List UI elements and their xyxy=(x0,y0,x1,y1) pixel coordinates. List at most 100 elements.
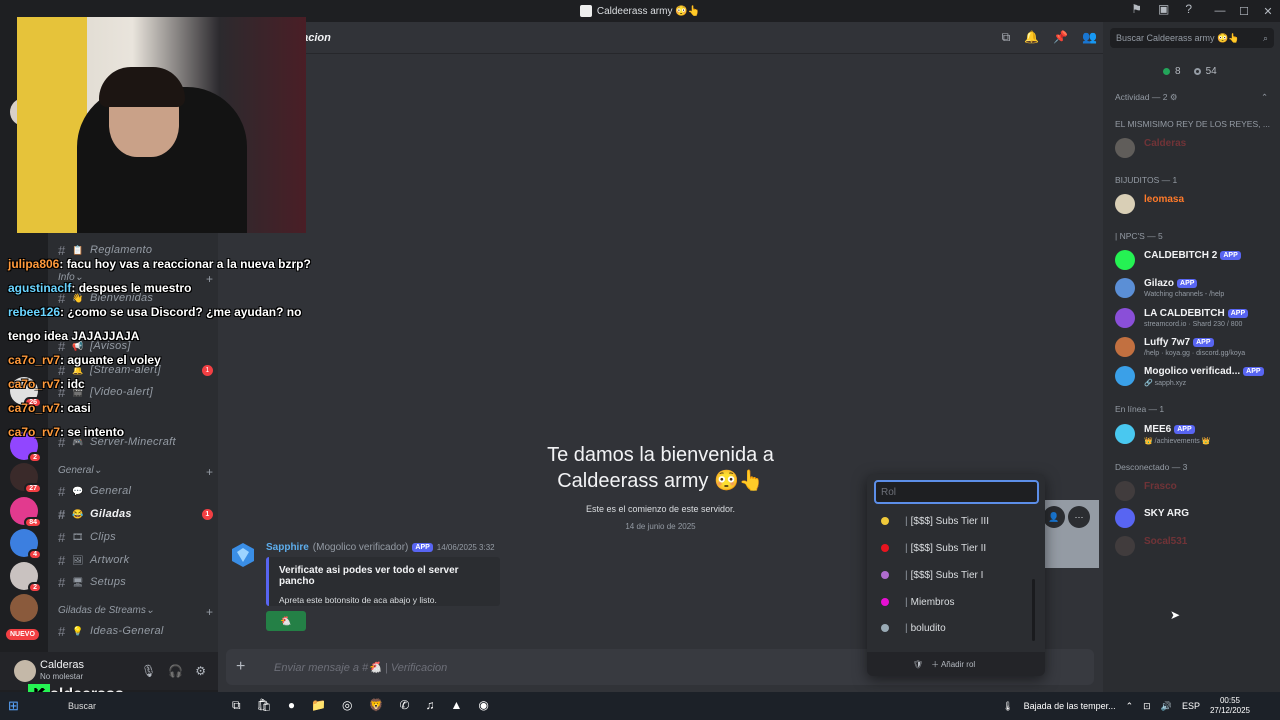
folder-icon[interactable]: 📁 xyxy=(311,698,326,713)
gear-icon[interactable]: ⚙ xyxy=(195,664,206,678)
server-icon[interactable]: 2 xyxy=(10,562,42,593)
help-icon[interactable]: ? xyxy=(1185,2,1192,16)
more-options-icon[interactable]: ⋯ xyxy=(1068,506,1090,528)
language-indicator[interactable]: ESP xyxy=(1182,701,1200,711)
chevron-up-icon[interactable]: ⌃ xyxy=(1261,92,1268,103)
search-input[interactable]: Buscar Caldeerass army 😳👆 ⌕ xyxy=(1110,28,1274,48)
chat-text: : se intento xyxy=(60,425,125,439)
category-label: Giladas de Streams xyxy=(58,605,146,616)
channel-item[interactable]: # 🎞 Clips xyxy=(58,527,213,547)
role-search-input[interactable] xyxy=(874,480,1039,504)
taskbar-search[interactable]: Buscar xyxy=(68,701,96,711)
member-section-header: | NPC'S — 5 xyxy=(1115,231,1163,241)
channel-emoji-icon: 🎞 xyxy=(72,531,84,542)
chat-username: rebee126 xyxy=(8,305,61,319)
brave-icon[interactable]: 🦁 xyxy=(369,698,384,713)
server-icon[interactable] xyxy=(10,594,38,622)
weather-text[interactable]: Bajada de las temper... xyxy=(1024,701,1116,711)
volume-icon[interactable]: 🔊 xyxy=(1161,701,1172,712)
network-icon[interactable]: ⊡ xyxy=(1143,701,1151,712)
spotify-icon[interactable]: ♫ xyxy=(426,698,435,713)
close-button[interactable]: ✕ xyxy=(1256,5,1280,18)
server-icon[interactable]: 84 xyxy=(10,497,42,528)
channel-category[interactable]: General ⌄ + xyxy=(58,465,213,479)
embed-title: Verificate asi podes ver todo el server … xyxy=(279,565,459,587)
threads-icon[interactable]: ⧉ xyxy=(1002,30,1011,45)
pin-icon[interactable]: 📌 xyxy=(1053,30,1068,45)
whatsapp-icon[interactable]: ✆ xyxy=(399,698,409,713)
clock[interactable]: 00:55 27/12/2025 xyxy=(1210,696,1250,716)
message-input[interactable]: Enviar mensaje a #🐔 | Verificacion xyxy=(274,661,447,674)
bell-icon[interactable]: 🔔 xyxy=(1024,30,1039,45)
role-option[interactable]: | boludito xyxy=(881,619,946,637)
app-icon[interactable]: ▲ xyxy=(451,698,463,713)
attach-plus-icon[interactable]: + xyxy=(236,658,256,676)
channel-header: cacion ⧉ 🔔 📌 👥 xyxy=(218,22,1103,54)
chat-text: tengo idea JAJAJJAJA xyxy=(8,329,140,343)
member-section-header: EL MISMISIMO REY DE LOS REYES, ... xyxy=(1115,119,1270,129)
headphones-icon[interactable]: 🎧 xyxy=(168,664,183,678)
role-separator: | xyxy=(905,569,908,581)
message-timestamp: 14/06/2025 3:32 xyxy=(436,543,495,552)
avatar xyxy=(1115,536,1135,556)
members-icon[interactable]: 👥 xyxy=(1082,30,1097,45)
role-option[interactable]: | [$$$] Subs Tier III xyxy=(881,512,989,530)
add-role-label: Añadir rol xyxy=(940,659,976,669)
message-author[interactable]: Sapphire xyxy=(266,542,309,553)
add-channel-icon[interactable]: + xyxy=(206,605,213,619)
channel-item[interactable]: # 😂 Giladas 1 xyxy=(58,504,213,524)
inbox-icon[interactable]: ⚑ xyxy=(1131,2,1142,16)
app-icon[interactable]: ● xyxy=(288,698,295,713)
member-item[interactable]: leomasa xyxy=(1115,192,1275,218)
add-role-button[interactable]: ＋ Añadir rol xyxy=(931,659,975,670)
store-icon[interactable]: 🛍 xyxy=(257,698,272,713)
sapphire-avatar-icon[interactable] xyxy=(230,542,256,568)
role-option[interactable]: | [$$$] Subs Tier II xyxy=(881,539,986,557)
role-option[interactable]: | Miembros xyxy=(881,593,955,611)
screen-icon[interactable]: ▣ xyxy=(1158,2,1169,16)
member-item[interactable]: Luffy 7w7 APP/help · koya.gg · discord.gg… xyxy=(1115,335,1275,361)
member-name: Gilazo xyxy=(1144,278,1175,289)
avatar[interactable] xyxy=(14,660,36,682)
maximize-button[interactable]: ☐ xyxy=(1232,5,1256,18)
task-view-icon[interactable]: ⧉ xyxy=(232,698,241,713)
activity-header[interactable]: Actividad — 2 ⚙ ⌃ xyxy=(1115,92,1268,103)
verify-button[interactable]: 🐔 xyxy=(266,611,306,631)
member-item[interactable]: CALDEBITCH 2 APP xyxy=(1115,248,1275,274)
app-tag: APP xyxy=(1174,425,1195,434)
role-separator: | xyxy=(905,515,908,527)
channel-item[interactable]: # 🖥 Setups xyxy=(58,572,213,592)
add-channel-icon[interactable]: + xyxy=(206,465,213,479)
channel-name: Ideas-General xyxy=(90,625,164,637)
role-scrollbar[interactable] xyxy=(1032,579,1035,641)
chevron-up-icon[interactable]: ⌃ xyxy=(1126,701,1134,712)
badge: 2 xyxy=(28,582,42,593)
server-icon[interactable]: 4 xyxy=(10,529,42,560)
channel-category[interactable]: Giladas de Streams ⌄ + xyxy=(58,605,213,619)
role-option[interactable]: | [$$$] Subs Tier I xyxy=(881,566,983,584)
member-status: streamcord.io · Shard 230 / 800 xyxy=(1144,321,1243,328)
server-icon[interactable]: 27 xyxy=(10,463,42,494)
member-item[interactable]: Mogolico verificad... APP 🔗 sapph.xyz xyxy=(1115,364,1275,390)
member-item[interactable]: Gilazo APP Watching channels - /help xyxy=(1115,276,1275,302)
member-item[interactable]: Calderas xyxy=(1115,136,1275,162)
channel-item[interactable]: # 💬 General xyxy=(58,481,213,501)
member-item[interactable]: Frasco xyxy=(1115,479,1275,505)
chat-text: : despues le muestro xyxy=(71,281,192,295)
member-item[interactable]: LA CALDEBITCH APP streamcord.io · Shard 23… xyxy=(1115,306,1275,332)
discord-icon[interactable]: ◉ xyxy=(478,698,488,713)
app-icon[interactable]: ◎ xyxy=(342,698,352,713)
chat-username: ca7o_rv7 xyxy=(8,401,61,415)
message-nickname: (Mogolico verificador) xyxy=(312,542,409,553)
channel-item[interactable]: # 💡 Ideas-General xyxy=(58,621,213,641)
member-item[interactable]: MEE6 APP 👑 /achievements 👑 xyxy=(1115,422,1275,448)
add-member-icon[interactable]: 👤 xyxy=(1043,506,1065,528)
windows-start-icon[interactable]: ⊞ xyxy=(8,698,28,714)
minimize-button[interactable]: — xyxy=(1208,5,1232,17)
channel-item[interactable]: # 🖼 Artwork xyxy=(58,550,213,570)
message-hover-tools: 👤 ⋯ xyxy=(1043,506,1090,528)
member-item[interactable]: SKY ARG xyxy=(1115,506,1275,532)
taskbar: ⊞ Buscar ⧉ 🛍 ● 📁 ◎ 🦁 ✆ ♫ ▲ ◉ 🌡 Bajada de… xyxy=(0,692,1280,720)
mic-icon[interactable]: 🎙 xyxy=(141,664,156,678)
member-item[interactable]: Socal531 xyxy=(1115,534,1275,560)
